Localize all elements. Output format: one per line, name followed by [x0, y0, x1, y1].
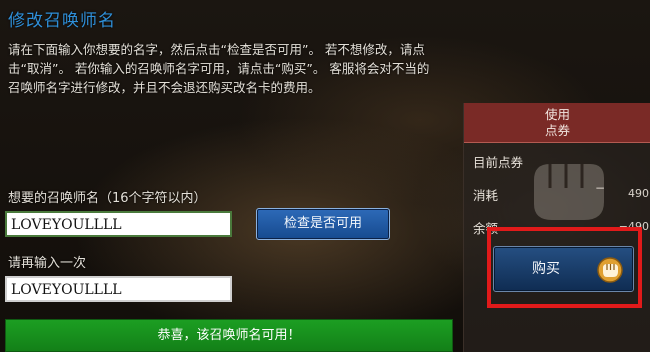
summoner-name-confirm-input[interactable]: LOVEYOULLLL	[5, 276, 232, 302]
fist-coin-icon	[597, 257, 623, 283]
current-points-label: 目前点券	[473, 155, 524, 170]
panel-header-line2: 点券	[544, 123, 570, 138]
panel-header: 使用 点券	[464, 103, 650, 143]
instructions-text: 请在下面输入你想要的名字，然后点击“检查是否可用”。 若不想修改，请点击“取消”…	[8, 42, 430, 95]
repeat-name-label: 请再输入一次	[8, 256, 87, 271]
buy-button-label: 购买	[532, 261, 560, 277]
summoner-name-input[interactable]: LOVEYOULLLL	[5, 211, 232, 237]
page-title: 修改召唤师名	[8, 11, 116, 31]
buy-button[interactable]: 购买	[493, 246, 634, 292]
desired-name-label: 想要的召唤师名（16个字符以内）	[8, 191, 207, 206]
check-availability-button[interactable]: 检查是否可用	[256, 208, 390, 240]
panel-header-line1: 使用	[544, 107, 570, 122]
success-message-bar: 恭喜，该召唤师名可用！	[5, 319, 453, 352]
consume-value: 490	[628, 187, 649, 200]
consume-label: 消耗	[473, 188, 499, 203]
fist-watermark-icon	[534, 164, 604, 220]
